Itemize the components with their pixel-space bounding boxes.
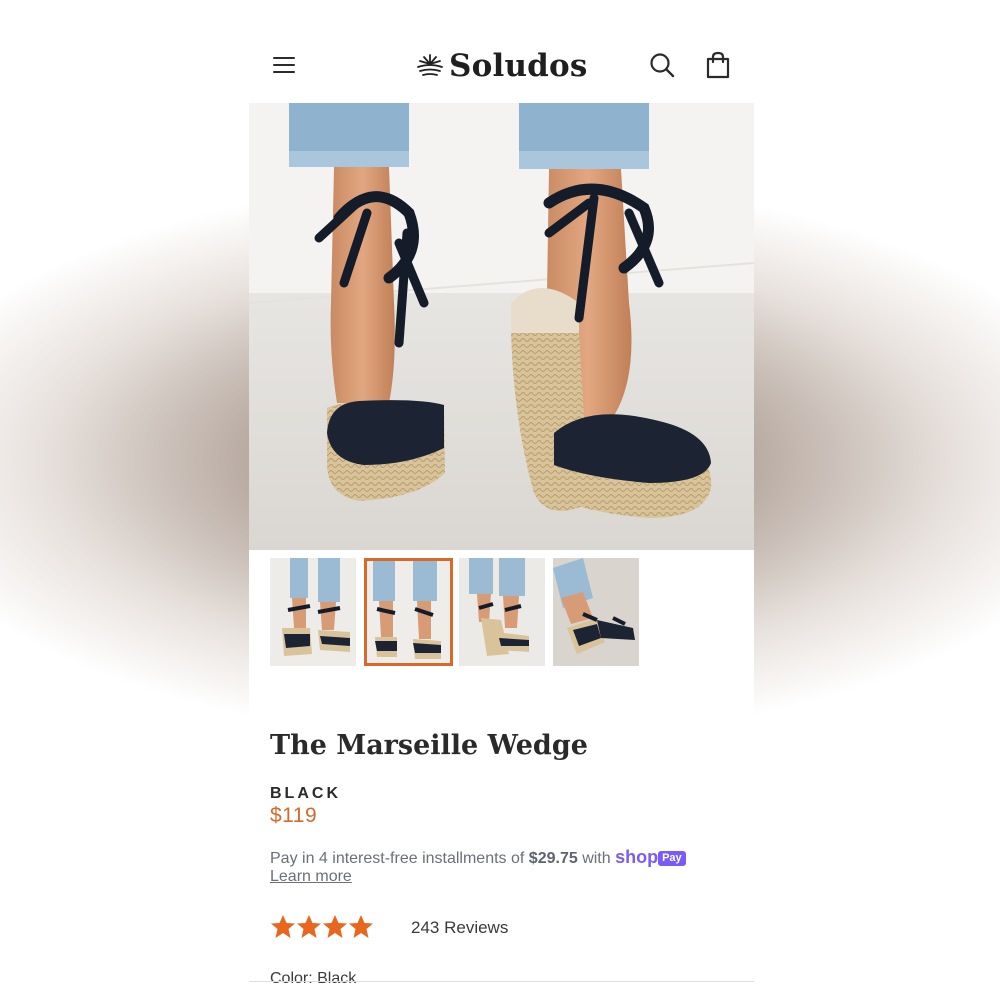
search-button[interactable] — [649, 52, 675, 78]
brand-name: Soludos — [449, 48, 588, 84]
installments-amount: $29.75 — [528, 850, 578, 867]
thumbnail-3[interactable] — [459, 558, 545, 666]
color-selector-label: Color: Black — [270, 970, 357, 987]
shop-pay-logo: shop — [615, 847, 659, 867]
cart-button[interactable] — [706, 51, 730, 79]
star-rating-icon — [271, 915, 385, 938]
divider — [249, 981, 754, 982]
thumbnail-2-selected[interactable] — [364, 558, 453, 666]
thumbnail-1[interactable] — [270, 558, 356, 666]
installments-prefix: Pay in 4 interest-free installments of — [270, 850, 525, 867]
product-price: $119 — [270, 804, 318, 827]
product-color-name: BLACK — [270, 785, 341, 802]
product-title: The Marseille Wedge — [270, 730, 588, 761]
rating-stars[interactable] — [270, 914, 400, 940]
thumbnail-strip — [270, 558, 650, 666]
thumbnail-photo — [270, 558, 356, 666]
brand-logo[interactable]: Soludos — [415, 46, 588, 86]
thumbnail-photo — [553, 558, 639, 666]
learn-more-link[interactable]: Learn more — [270, 868, 352, 886]
shop-pay-badge: Pay — [658, 851, 686, 866]
hamburger-line — [273, 64, 295, 66]
product-hero-image[interactable] — [249, 103, 754, 550]
menu-button[interactable] — [273, 54, 297, 76]
sun-logo-icon — [417, 54, 443, 76]
hamburger-line — [273, 71, 295, 73]
hamburger-menu-icon — [273, 57, 295, 59]
thumbnail-4[interactable] — [553, 558, 639, 666]
product-page: Soludos The Marseille Wedge BLACK $119 P… — [249, 0, 754, 1000]
shopping-bag-icon — [706, 51, 730, 79]
installments-suffix: with — [582, 850, 611, 867]
thumbnail-photo — [367, 561, 450, 663]
site-header: Soludos — [249, 30, 754, 102]
thumbnail-photo — [459, 558, 545, 666]
installments-note: Pay in 4 interest-free installments of $… — [270, 846, 740, 870]
search-icon — [650, 53, 675, 78]
espadrille-photo — [249, 103, 754, 550]
reviews-count-link[interactable]: 243 Reviews — [411, 918, 508, 938]
